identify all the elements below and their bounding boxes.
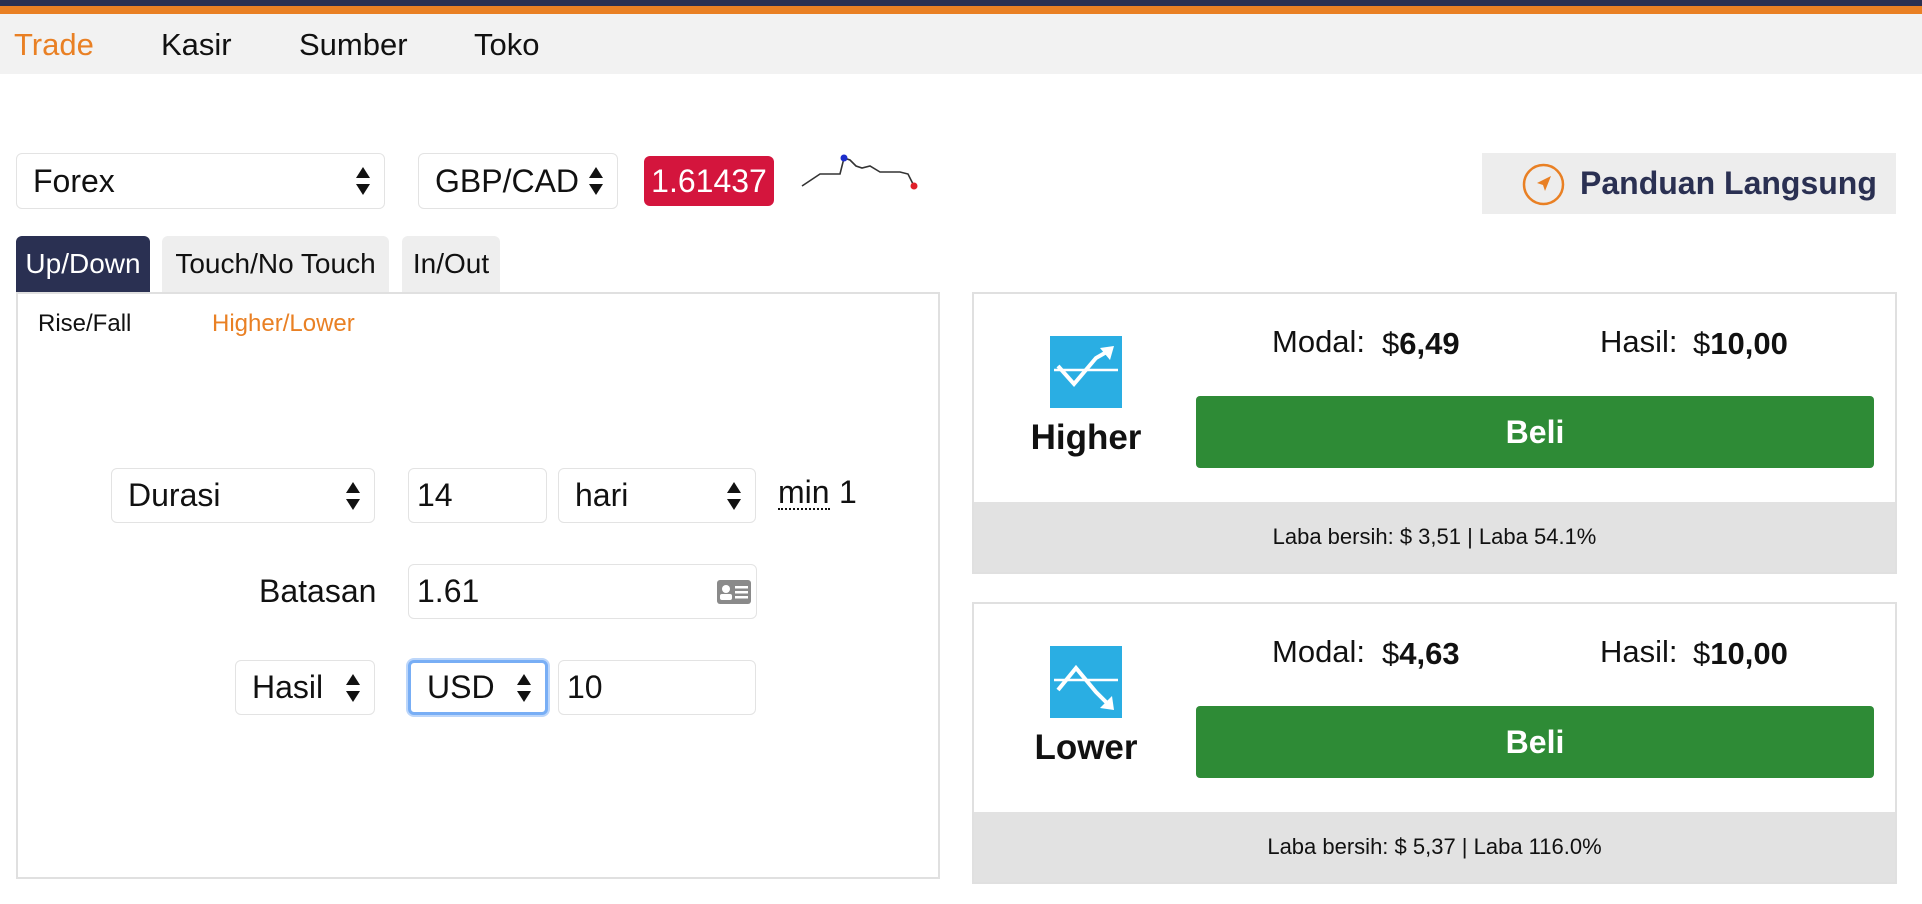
compass-icon — [1522, 163, 1565, 206]
duration-type-select[interactable]: Durasi — [111, 468, 375, 523]
payout-amount-higher: 10,00 — [1710, 326, 1788, 361]
stake-amount-higher: 6,49 — [1399, 326, 1460, 361]
stake-currency-higher: $ — [1382, 326, 1400, 361]
payout-value-higher: $10,00 — [1693, 326, 1788, 362]
payout-value-lower: $10,00 — [1693, 636, 1788, 672]
barrier-input[interactable]: 1.61 — [408, 564, 757, 619]
select-arrows-icon — [346, 673, 360, 703]
tab-touch-no-touch[interactable]: Touch/No Touch — [162, 236, 389, 292]
contract-name-lower: Lower — [1034, 728, 1138, 767]
tab-up-down[interactable]: Up/Down — [16, 236, 150, 292]
currency-select[interactable]: USD — [408, 660, 548, 715]
subtab-rise-fall[interactable]: Rise/Fall — [38, 310, 131, 338]
contact-card-icon[interactable] — [716, 579, 752, 605]
stake-label-lower: Modal: — [1272, 634, 1366, 669]
select-arrows-icon — [727, 481, 741, 511]
payout-type-value: Hasil — [252, 669, 324, 705]
top-nav: Trade Kasir Sumber Toko — [0, 14, 1922, 74]
payout-label-lower: Hasil: — [1600, 634, 1678, 669]
market-category-value: Forex — [33, 162, 115, 199]
nav-item-toko[interactable]: Toko — [474, 27, 539, 63]
payout-type-select[interactable]: Hasil — [235, 660, 375, 715]
nav-item-kasir[interactable]: Kasir — [161, 27, 232, 63]
subtab-higher-lower[interactable]: Higher/Lower — [212, 310, 355, 338]
select-arrows-icon — [346, 481, 360, 511]
sparkline-high-point — [840, 154, 848, 162]
sparkline-last-point — [910, 182, 918, 190]
duration-input[interactable]: 14 — [408, 468, 547, 523]
top-stripe-orange — [0, 6, 1922, 14]
nav-item-trade[interactable]: Trade — [14, 27, 94, 63]
live-guide-button[interactable]: Panduan Langsung — [1482, 153, 1896, 214]
buy-button-higher[interactable]: Beli — [1196, 396, 1874, 468]
contract-card-higher: Higher Modal: $6,49 Hasil: $10,00 Beli L… — [972, 292, 1897, 574]
select-arrows-icon — [517, 673, 531, 703]
symbol-value: GBP/CAD — [435, 162, 580, 199]
currency-value: USD — [427, 669, 495, 705]
duration-value: 14 — [417, 477, 453, 513]
duration-unit-value: hari — [575, 477, 629, 513]
market-category-select[interactable]: Forex — [16, 153, 385, 209]
stake-amount-lower: 4,63 — [1399, 636, 1460, 671]
trend-up-icon — [1050, 336, 1122, 408]
live-guide-label: Panduan Langsung — [1580, 165, 1877, 201]
profit-info-higher: Laba bersih: $ 3,51 | Laba 54.1% — [974, 502, 1895, 572]
buy-button-lower[interactable]: Beli — [1196, 706, 1874, 778]
stake-value-higher: $6,49 — [1382, 326, 1460, 362]
stake-value-lower: $4,63 — [1382, 636, 1460, 672]
stake-label-higher: Modal: — [1272, 324, 1366, 359]
payout-amount-input[interactable]: 10 — [558, 660, 756, 715]
payout-currency-lower: $ — [1693, 636, 1711, 671]
spot-price-badge: 1.61437 — [644, 156, 774, 206]
contract-card-lower: Lower Modal: $4,63 Hasil: $10,00 Beli La… — [972, 602, 1897, 884]
select-arrows-icon — [356, 166, 370, 196]
stake-currency-lower: $ — [1382, 636, 1400, 671]
nav-item-sumber[interactable]: Sumber — [299, 27, 408, 63]
symbol-select[interactable]: GBP/CAD — [418, 153, 618, 209]
payout-label-higher: Hasil: — [1600, 324, 1678, 359]
tab-in-out[interactable]: In/Out — [402, 236, 500, 292]
payout-amount-value: 10 — [567, 669, 603, 705]
price-sparkline — [801, 154, 918, 190]
profit-info-lower: Laba bersih: $ 5,37 | Laba 116.0% — [974, 812, 1895, 882]
payout-currency-higher: $ — [1693, 326, 1711, 361]
barrier-value: 1.61 — [417, 573, 480, 609]
min-duration-value: 1 — [839, 474, 857, 510]
duration-unit-select[interactable]: hari — [558, 468, 756, 523]
select-arrows-icon — [589, 166, 603, 196]
sparkline-line — [801, 156, 915, 187]
payout-amount-lower: 10,00 — [1710, 636, 1788, 671]
duration-type-value: Durasi — [128, 477, 221, 513]
min-duration-label: min — [778, 474, 830, 510]
trend-down-icon — [1050, 646, 1122, 718]
barrier-label: Batasan — [259, 573, 377, 609]
contract-name-higher: Higher — [1030, 418, 1142, 457]
